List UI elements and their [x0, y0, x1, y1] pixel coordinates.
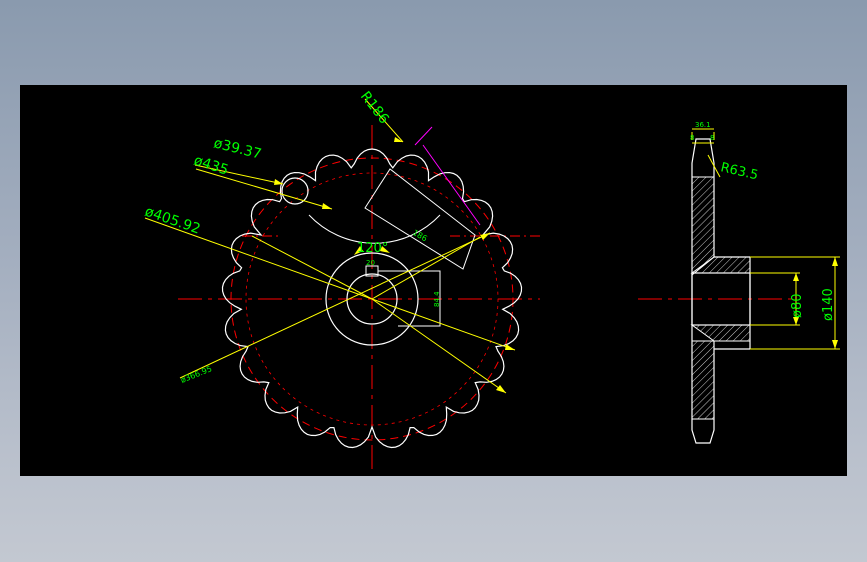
dim-d405-92: ø405.92: [143, 204, 203, 238]
dim-chord-186: 186: [411, 228, 429, 243]
dim-right-8: 8: [710, 134, 714, 142]
plate-lower-hatch: [691, 340, 715, 420]
hub-lower-hatch: [690, 324, 751, 342]
dim-d366-95: ø366.95: [179, 364, 213, 385]
dim-d39-37: ø39.37: [212, 135, 263, 162]
dim-r186: R186: [357, 89, 392, 128]
dim-key-width: 20: [366, 259, 375, 267]
roller-circle: [281, 177, 309, 205]
side-view: 36.1 8 8 R63.5 ø80 ø140: [638, 121, 840, 444]
dim-key-depth: 84.4: [433, 291, 441, 307]
magenta-tick: [414, 126, 433, 146]
cad-drawing-area[interactable]: R186 ø39.37 ø435 ø405.92 ø366.95 120° 18…: [20, 85, 847, 476]
dim-r63-5: R63.5: [719, 160, 759, 183]
front-dimension-lines: [144, 98, 516, 394]
dim-d435: ø435: [192, 153, 231, 179]
magenta-leader: [422, 144, 481, 226]
dim-angle-120: 120°: [357, 241, 388, 256]
sprocket-drawing: R186 ø39.37 ø435 ø405.92 ø366.95 120° 18…: [143, 89, 840, 471]
front-view: R186 ø39.37 ø435 ø405.92 ø366.95 120° 18…: [143, 89, 540, 471]
dim-left-8: 8: [690, 134, 694, 142]
dim-width-36-1: 36.1: [695, 121, 711, 129]
dim-hub-140: ø140: [821, 288, 836, 321]
dim-bore-80: ø80: [790, 294, 805, 319]
